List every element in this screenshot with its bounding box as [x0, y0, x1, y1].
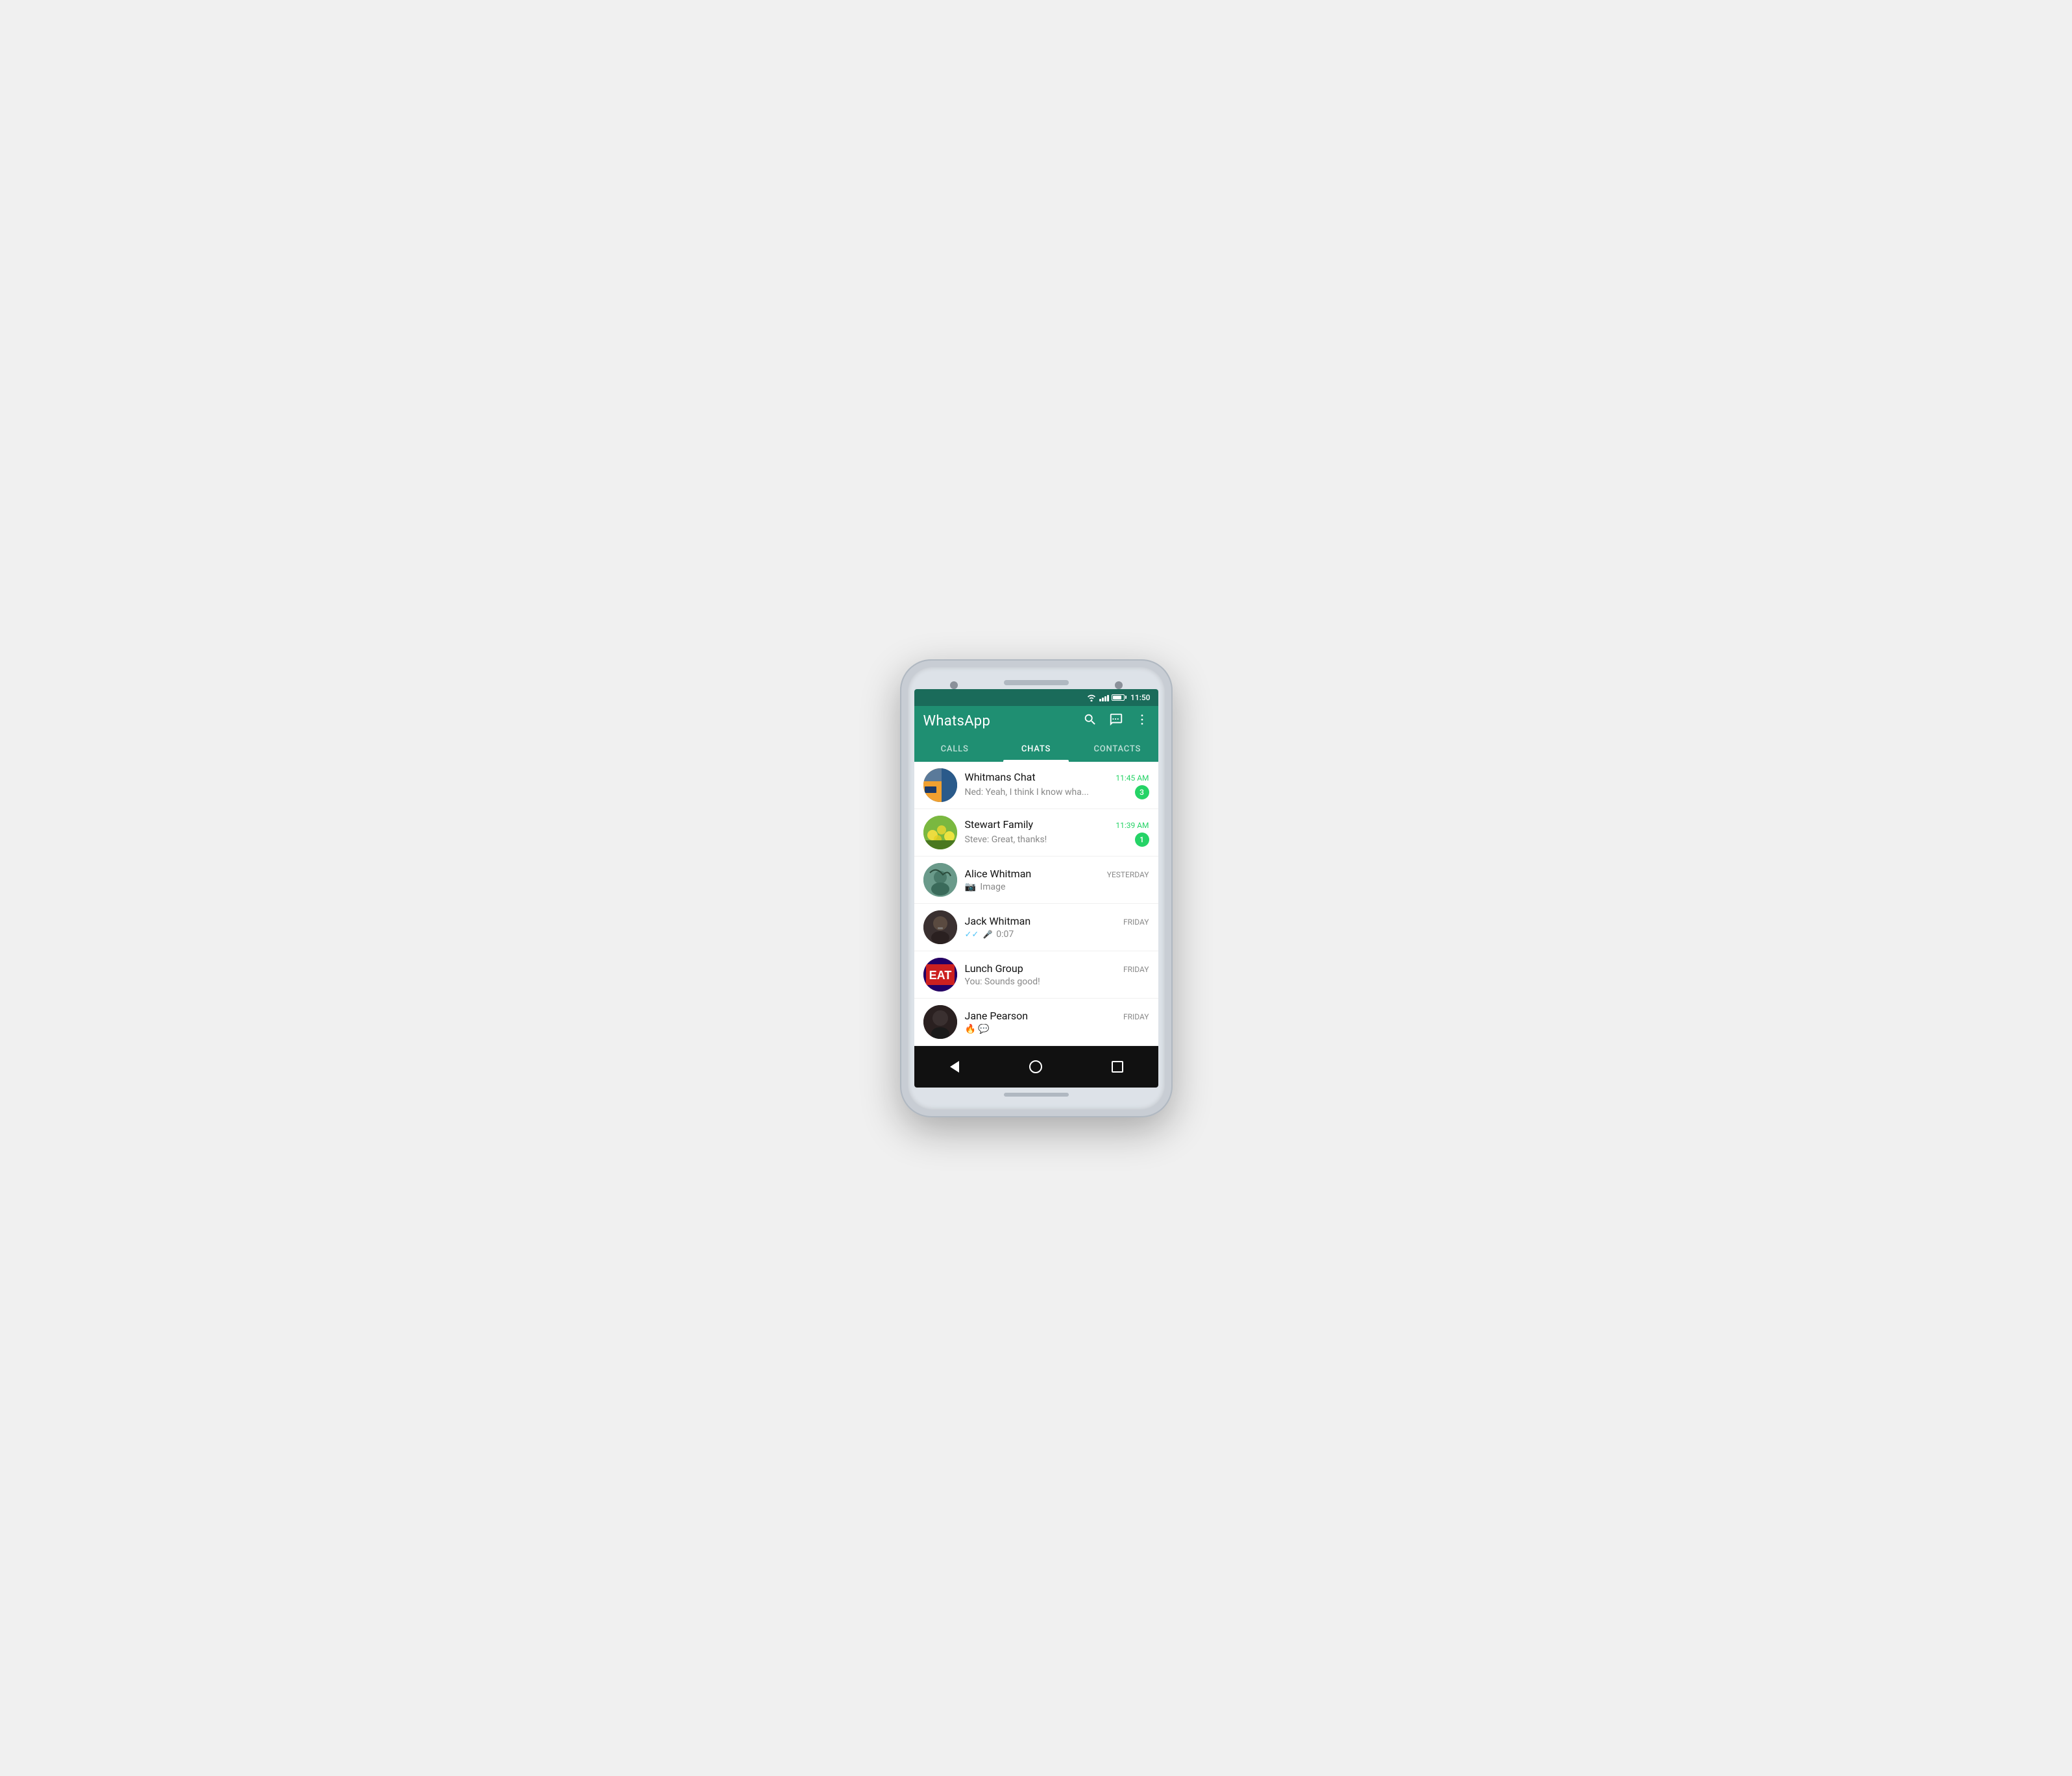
earpiece-speaker	[1004, 680, 1069, 685]
chat-time-jane: FRIDAY	[1123, 1012, 1149, 1021]
chat-content-lunch-group: Lunch Group FRIDAY You: Sounds good!	[965, 962, 1149, 987]
mic-icon: 🎤	[983, 930, 993, 939]
chat-content-whitmans-chat: Whitmans Chat 11:45 AM Ned: Yeah, I thin…	[965, 771, 1149, 799]
nav-home-button[interactable]	[1024, 1055, 1047, 1078]
phone-screen: 11:50 WhatsApp	[914, 689, 1158, 1088]
chat-time-stewart: 11:39 AM	[1115, 821, 1149, 830]
chat-preview-jane: 🔥 💬	[965, 1024, 1149, 1034]
recent-icon	[1112, 1061, 1123, 1073]
chat-preview-jack: ✓✓ 🎤 0:07	[965, 929, 1149, 940]
double-check-icon: ✓✓	[965, 930, 979, 940]
chat-preview-lunch: You: Sounds good!	[965, 977, 1149, 987]
status-time: 11:50	[1130, 693, 1150, 702]
status-icons	[1086, 694, 1127, 701]
chat-name-jane: Jane Pearson	[965, 1010, 1029, 1022]
chat-content-jane-pearson: Jane Pearson FRIDAY 🔥 💬	[965, 1010, 1149, 1034]
chat-item-whitmans-chat[interactable]: Whitmans Chat 11:45 AM Ned: Yeah, I thin…	[914, 762, 1158, 809]
chat-name-alice: Alice Whitman	[965, 868, 1032, 880]
header-actions	[1083, 712, 1149, 730]
chat-time-alice: YESTERDAY	[1107, 870, 1149, 879]
chat-item-alice-whitman[interactable]: Alice Whitman YESTERDAY 📷 Image	[914, 857, 1158, 904]
new-chat-icon[interactable]	[1109, 712, 1123, 730]
avatar-jack-whitman	[923, 910, 957, 944]
chat-item-lunch-group[interactable]: EAT Lunch Group FRIDAY You: Sounds good!	[914, 951, 1158, 999]
image-icon: 📷	[965, 882, 976, 892]
chat-name-lunch: Lunch Group	[965, 962, 1023, 975]
phone-inner: 11:50 WhatsApp	[908, 667, 1165, 1110]
chat-content-jack-whitman: Jack Whitman FRIDAY ✓✓ 🎤 0:07	[965, 915, 1149, 940]
wifi-icon	[1086, 694, 1097, 701]
phone-bottom-hardware	[914, 1088, 1158, 1103]
search-icon[interactable]	[1083, 712, 1097, 730]
tab-calls[interactable]: CALLS	[914, 736, 995, 762]
app-header: WhatsApp	[914, 706, 1158, 736]
home-icon	[1029, 1060, 1042, 1073]
back-icon	[950, 1061, 959, 1073]
signal-icon	[1099, 694, 1109, 701]
chat-item-stewart-family[interactable]: Stewart Family 11:39 AM Steve: Great, th…	[914, 809, 1158, 857]
chat-time-jack: FRIDAY	[1123, 918, 1149, 927]
chat-time-whitmans: 11:45 AM	[1115, 773, 1149, 783]
sensor-dot	[1115, 681, 1123, 689]
unread-badge-stewart: 1	[1135, 833, 1149, 847]
chat-item-jane-pearson[interactable]: Jane Pearson FRIDAY 🔥 💬	[914, 999, 1158, 1046]
tab-contacts[interactable]: CONTACTS	[1077, 736, 1158, 762]
avatar-jane-pearson	[923, 1005, 957, 1039]
tabs-bar: CALLS CHATS CONTACTS	[914, 736, 1158, 762]
front-camera	[950, 681, 958, 689]
app-title: WhatsApp	[923, 713, 991, 729]
avatar-stewart-family	[923, 816, 957, 849]
battery-icon	[1112, 694, 1127, 701]
phone-device: 11:50 WhatsApp	[900, 659, 1173, 1117]
bottom-speaker	[1004, 1093, 1069, 1097]
more-options-icon[interactable]	[1135, 712, 1149, 730]
avatar-lunch-group: EAT	[923, 958, 957, 991]
phone-top-hardware	[914, 674, 1158, 689]
nav-back-button[interactable]	[943, 1055, 966, 1078]
tab-chats[interactable]: CHATS	[995, 736, 1077, 762]
avatar-alice-whitman	[923, 863, 957, 897]
chat-content-alice-whitman: Alice Whitman YESTERDAY 📷 Image	[965, 868, 1149, 892]
chat-content-stewart-family: Stewart Family 11:39 AM Steve: Great, th…	[965, 818, 1149, 847]
svg-text:EAT: EAT	[929, 969, 951, 982]
chat-name-jack: Jack Whitman	[965, 915, 1031, 927]
chat-list: Whitmans Chat 11:45 AM Ned: Yeah, I thin…	[914, 762, 1158, 1046]
chat-preview-alice: 📷 Image	[965, 882, 1149, 892]
chat-preview-stewart: Steve: Great, thanks!	[965, 834, 1130, 845]
chat-time-lunch: FRIDAY	[1123, 965, 1149, 974]
unread-badge-whitmans: 3	[1135, 785, 1149, 799]
chat-preview-whitmans: Ned: Yeah, I think I know wha...	[965, 787, 1130, 797]
android-nav-bar	[914, 1046, 1158, 1088]
avatar-whitmans-chat	[923, 768, 957, 802]
chat-name-stewart: Stewart Family	[965, 818, 1034, 831]
nav-recent-button[interactable]	[1106, 1055, 1129, 1078]
status-bar: 11:50	[914, 689, 1158, 706]
chat-name-whitmans: Whitmans Chat	[965, 771, 1036, 783]
chat-item-jack-whitman[interactable]: Jack Whitman FRIDAY ✓✓ 🎤 0:07	[914, 904, 1158, 951]
